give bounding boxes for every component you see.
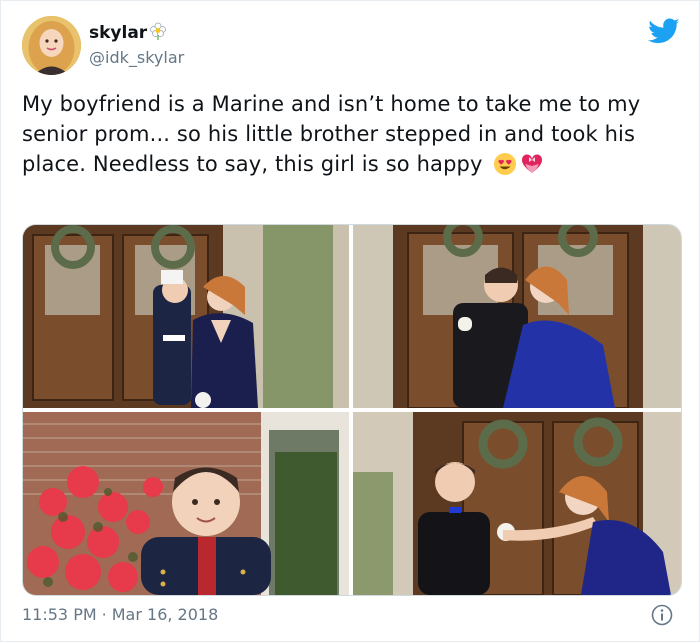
tweet-card: skylar @idk_skylar My boyfriend is a Mar… bbox=[0, 0, 700, 642]
flower-icon bbox=[150, 22, 166, 40]
photo-corsage-at-door[interactable] bbox=[353, 412, 681, 595]
user-handle[interactable]: @idk_skylar bbox=[89, 48, 184, 67]
photo-boy-uniform-flowers[interactable] bbox=[23, 412, 349, 595]
photo-grid bbox=[22, 224, 682, 596]
tweet-text: My boyfriend is a Marine and isn’t home … bbox=[22, 89, 672, 179]
avatar[interactable] bbox=[22, 16, 81, 75]
display-name[interactable]: skylar bbox=[89, 23, 147, 43]
heart-eyes-emoji-icon bbox=[493, 153, 516, 175]
tweet-body: My boyfriend is a Marine and isn’t home … bbox=[22, 92, 641, 176]
photo-kiss-at-door[interactable] bbox=[23, 225, 349, 408]
heart-with-ribbon-emoji-icon bbox=[521, 154, 542, 173]
photo-hug-at-door[interactable] bbox=[353, 225, 681, 408]
tweet-timestamp[interactable]: 11:53 PM · Mar 16, 2018 bbox=[22, 605, 218, 624]
twitter-bird-icon[interactable] bbox=[648, 18, 680, 45]
tweet-time: 11:53 PM bbox=[22, 605, 97, 624]
timestamp-separator: · bbox=[101, 605, 107, 624]
info-icon[interactable] bbox=[651, 604, 673, 626]
tweet-date: Mar 16, 2018 bbox=[111, 605, 219, 624]
